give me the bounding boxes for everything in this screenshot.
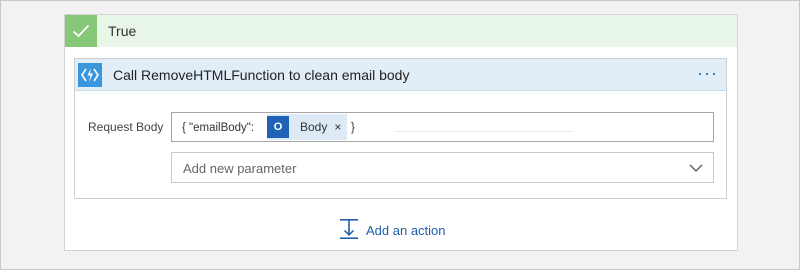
outlook-icon: O <box>267 116 289 138</box>
more-options-icon[interactable]: ··· <box>697 64 718 82</box>
input-divider <box>394 131 574 132</box>
add-parameter-placeholder: Add new parameter <box>183 161 297 176</box>
azure-function-icon <box>78 63 102 87</box>
request-body-label: Request Body <box>88 120 164 134</box>
add-parameter-dropdown[interactable]: Add new parameter <box>171 152 714 183</box>
add-action-label: Add an action <box>366 222 446 238</box>
condition-true-branch: True Call RemoveHTMLFunction to clean em… <box>64 14 738 251</box>
action-header[interactable]: Call RemoveHTMLFunction to clean email b… <box>75 59 726 91</box>
chevron-down-icon[interactable] <box>689 161 703 176</box>
window-frame: True Call RemoveHTMLFunction to clean em… <box>0 0 800 270</box>
true-branch-header[interactable]: True <box>65 15 737 47</box>
add-action-button[interactable]: Add an action <box>339 218 446 242</box>
action-title: Call RemoveHTMLFunction to clean email b… <box>113 67 410 83</box>
action-card: Call RemoveHTMLFunction to clean email b… <box>74 58 727 199</box>
token-label: Body <box>300 120 328 134</box>
add-action-icon <box>339 218 359 243</box>
remove-token-icon[interactable]: × <box>334 120 341 134</box>
body-prefix-text: { "emailBody": <box>182 122 255 134</box>
request-body-input[interactable]: { "emailBody": O Body × } <box>171 112 714 142</box>
check-icon <box>65 15 97 47</box>
body-suffix-text: } <box>351 122 355 134</box>
branch-label: True <box>108 23 137 39</box>
dynamic-content-token[interactable]: O Body × <box>267 114 347 140</box>
